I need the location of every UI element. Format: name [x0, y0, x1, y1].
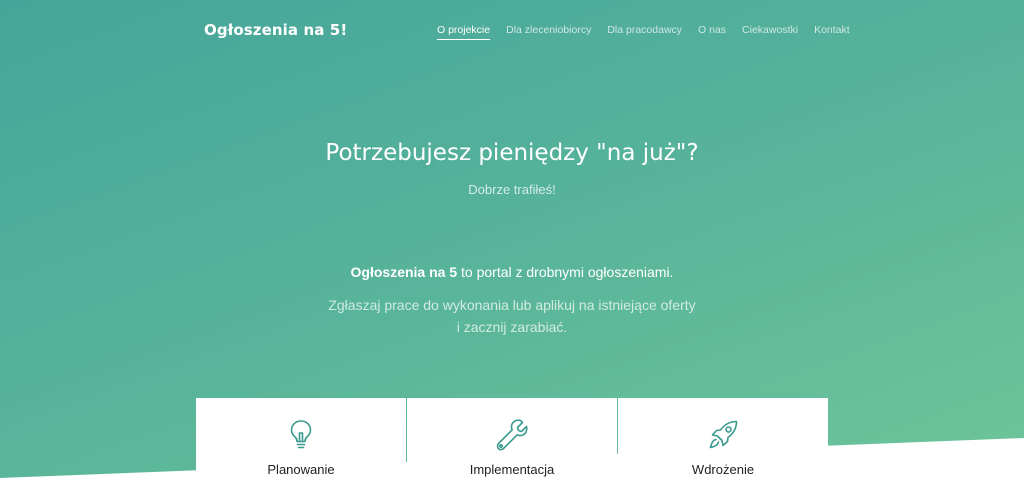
hero-description: Zgłaszaj prace do wykonania lub aplikuj … [0, 294, 1024, 338]
brand-logo[interactable]: Ogłoszenia na 5! [204, 21, 347, 39]
description-line: i zacznij zarabiać. [456, 319, 568, 335]
lightbulb-icon [196, 418, 406, 452]
navbar: Ogłoszenia na 5! O projekcie Dla zleceni… [0, 0, 1024, 60]
rocket-icon [618, 418, 828, 452]
feature-title: Implementacja [469, 462, 555, 477]
nav-item-o-projekcie[interactable]: O projekcie [437, 24, 491, 40]
nav-item-ciekawostki[interactable]: Ciekawostki [742, 24, 798, 40]
nav-item-dla-pracodawcy[interactable]: Dla pracodawcy [607, 24, 682, 40]
hero-subheadline: Dobrze trafiłeś! [468, 182, 556, 197]
feature-card-planowanie: Planowanie [196, 398, 406, 498]
hero-headline: Potrzebujesz pieniędzy "na już"? [325, 140, 699, 166]
feature-title: Wdrożenie [691, 462, 755, 477]
wrench-icon [407, 418, 617, 452]
nav-item-kontakt[interactable]: Kontakt [814, 24, 850, 40]
intro-brand-name: Ogłoszenia na 5 [350, 264, 458, 280]
feature-cards: Planowanie Implementacja Wdrożenie [196, 398, 828, 498]
hero-intro: Ogłoszenia na 5 to portal z drobnymi ogł… [0, 264, 1024, 280]
nav-item-o-nas[interactable]: O nas [698, 24, 726, 40]
feature-title: Planowanie [267, 462, 335, 477]
nav-item-dla-zleceniobiorcy[interactable]: Dla zleceniobiorcy [506, 24, 591, 40]
intro-text: to portal z drobnymi ogłoszeniami. [457, 264, 674, 280]
feature-card-implementacja: Implementacja [407, 398, 617, 498]
description-line: Zgłaszaj prace do wykonania lub aplikuj … [328, 297, 696, 313]
nav-menu: O projekcie Dla zleceniobiorcy Dla praco… [437, 24, 850, 40]
feature-card-wdrozenie: Wdrożenie [618, 398, 828, 498]
